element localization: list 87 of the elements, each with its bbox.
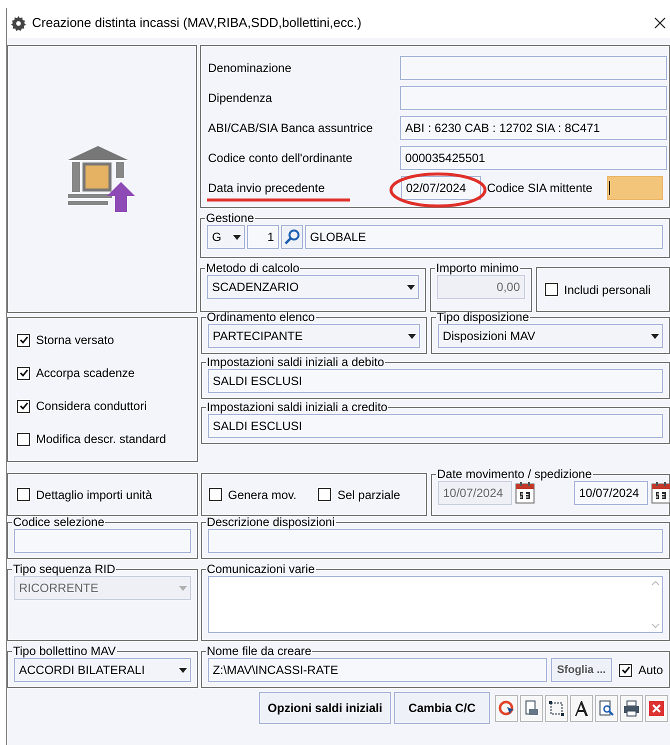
checkbox[interactable] [17, 334, 30, 346]
action-button[interactable]: Opzioni saldi iniziali [259, 692, 391, 724]
date-field[interactable]: 10/07/2024 [574, 481, 648, 505]
search-icon [284, 229, 300, 245]
text-field[interactable] [208, 529, 663, 553]
checkbox-label: Dettaglio importi unità [36, 486, 152, 504]
group-label: Gestione [205, 212, 256, 225]
frame-icon [548, 700, 565, 716]
text-field[interactable] [14, 529, 191, 553]
group-label: Nome file da creare [206, 645, 312, 658]
toolbar-button[interactable] [545, 694, 568, 722]
caret-icon [233, 234, 241, 240]
caret-icon [651, 334, 659, 338]
bank-upload-icon [68, 146, 136, 212]
toolbar-button[interactable] [495, 694, 518, 722]
text-field[interactable] [400, 56, 667, 80]
calendar-icon[interactable] [515, 482, 535, 504]
checkbox[interactable] [209, 488, 222, 501]
toolbar-button[interactable] [620, 694, 643, 722]
caret-icon [178, 586, 187, 590]
checkbox-label: Auto [638, 662, 663, 679]
group-label: Metodo di calcolo [205, 262, 300, 275]
group-label: Impostazioni saldi iniziali a debito [206, 356, 386, 369]
printer-icon [623, 700, 640, 716]
window-title: Creazione distinta incassi (MAV,RIBA,SDD,bollettini,ecc.) [32, 14, 362, 32]
text-field[interactable]: 000035425501 [400, 146, 667, 170]
checkbox[interactable] [17, 488, 30, 501]
field-label: ABI/CAB/SIA Banca assuntrice [208, 120, 374, 137]
caret-icon [178, 668, 187, 672]
checkbox[interactable] [545, 283, 558, 296]
dropdown-field[interactable]: ACCORDI BILATERALI [14, 658, 191, 682]
caret-icon [407, 284, 415, 290]
checkbox-label: Considera conduttori [36, 398, 147, 415]
group-label: Codice selezione [12, 516, 106, 529]
group-label: Tipo bollettino MAV [12, 645, 117, 658]
text-field[interactable]: GLOBALE [305, 225, 663, 249]
group-label: Tipo sequenza RID [12, 563, 116, 576]
checkbox[interactable] [17, 366, 30, 380]
toolbar-button[interactable] [520, 694, 543, 722]
close-icon[interactable] [654, 17, 666, 29]
caret-icon [408, 334, 416, 338]
field-label: Data invio precedente [208, 180, 326, 197]
checkbox-label: Sel parziale [337, 486, 400, 504]
text-field[interactable] [400, 86, 667, 110]
text-field[interactable] [607, 176, 663, 200]
field-label: Codice SIA mittente [487, 180, 594, 197]
checkbox[interactable] [17, 400, 30, 412]
search-button[interactable] [281, 225, 303, 249]
checkbox-label: Genera mov. [228, 486, 296, 504]
text-field[interactable]: 1 [247, 225, 279, 249]
dropdown-field[interactable]: SCADENZARIO [207, 275, 419, 299]
preview-icon [598, 700, 615, 716]
checkbox-label: Accorpa scadenze [36, 365, 135, 382]
toolbar-button[interactable] [570, 694, 593, 722]
dropdown-field[interactable]: G [207, 225, 245, 249]
checkbox[interactable] [17, 432, 30, 446]
checkbox-label: Storna versato [36, 332, 114, 349]
refresh-icon [498, 700, 515, 716]
text-field[interactable]: ABI : 6230 CAB : 12702 SIA : 8C471 [400, 116, 667, 140]
group-label: Comunicazioni varie [206, 563, 316, 576]
group-label: Impostazioni saldi iniziali a credito [206, 401, 388, 414]
group-label: Date movimento / spedizione [436, 468, 593, 481]
checkbox[interactable] [619, 664, 632, 676]
gear-icon [11, 16, 26, 30]
font-icon [573, 700, 590, 716]
action-button[interactable]: Cambia C/C [394, 692, 490, 724]
group-label: Importo minimo [435, 262, 520, 275]
calendar-icon[interactable] [651, 482, 670, 504]
field-label: Codice conto dell'ordinante [208, 150, 354, 167]
dropdown-field[interactable]: Disposizioni MAV [438, 324, 663, 348]
close-icon [648, 700, 665, 716]
group-label: Descrizione disposizioni [206, 516, 336, 529]
group-label: Tipo disposizione [436, 311, 530, 324]
text-field[interactable]: Z:\MAV\INCASSI-RATE [208, 658, 547, 682]
checkbox-label: Modifica descr. standard [36, 431, 166, 448]
dropdown-field[interactable]: PARTECIPANTE [208, 324, 420, 348]
text-field[interactable]: SALDI ESCLUSI [208, 369, 663, 393]
browse-button[interactable]: Sfoglia ... [550, 658, 612, 682]
export-icon [523, 700, 540, 716]
group-label: Ordinamento elenco [206, 311, 316, 324]
date-field[interactable]: 02/07/2024 [401, 176, 481, 200]
checkbox[interactable] [318, 488, 332, 501]
toolbar-button[interactable] [595, 694, 618, 722]
checkbox-label: Includi personali [564, 282, 651, 298]
field-label: Denominazione [208, 60, 292, 77]
field-label: Dipendenza [208, 90, 274, 107]
text-field[interactable]: SALDI ESCLUSI [208, 414, 663, 438]
